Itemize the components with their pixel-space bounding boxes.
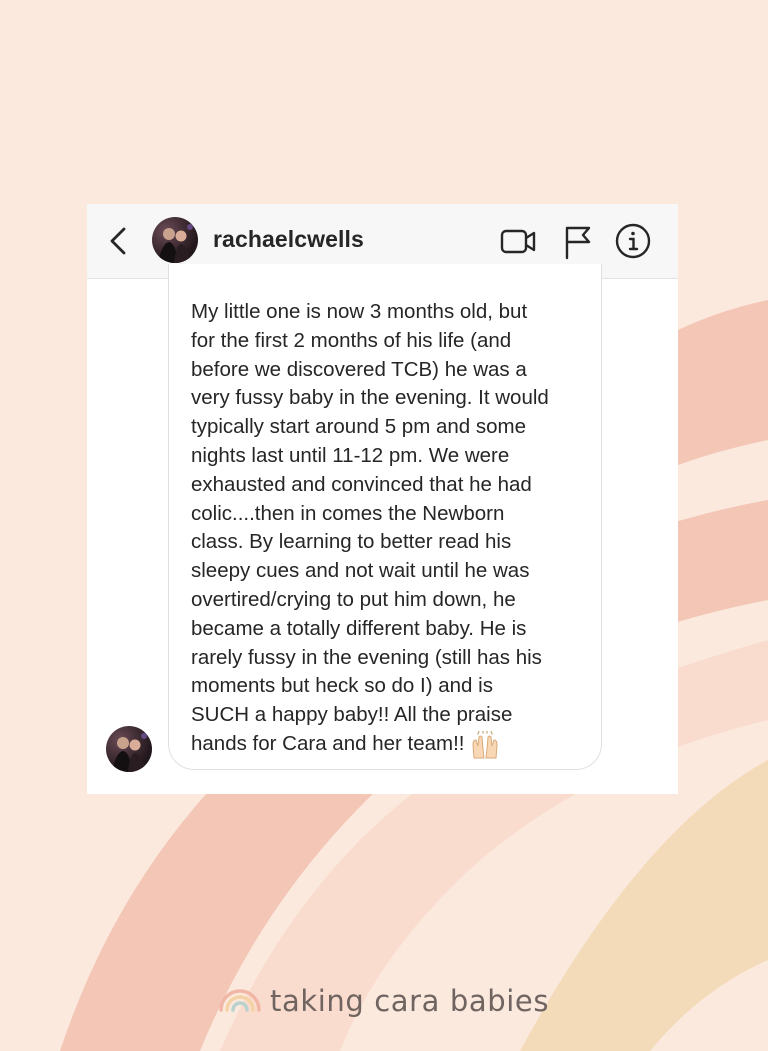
brand-logo: taking cara babies bbox=[218, 980, 558, 1020]
video-camera-icon[interactable] bbox=[499, 222, 537, 260]
profile-avatar[interactable] bbox=[152, 217, 198, 263]
avatar-photo-icon bbox=[112, 733, 147, 772]
sender-avatar[interactable] bbox=[106, 726, 152, 772]
info-icon[interactable] bbox=[614, 222, 652, 260]
back-chevron-icon[interactable] bbox=[107, 224, 129, 258]
brand-name: taking cara babies bbox=[270, 984, 550, 1018]
username[interactable]: rachaelcwells bbox=[213, 226, 364, 253]
message-body: My little one is now 3 months old, but f… bbox=[191, 300, 549, 755]
message-bubble: My little one is now 3 months old, but f… bbox=[168, 264, 602, 770]
rainbow-logo-icon bbox=[219, 989, 261, 1012]
raising-hands-emoji-icon bbox=[472, 730, 498, 759]
avatar-photo-icon bbox=[158, 224, 193, 263]
instagram-dm-card: rachaelcwells My little one is now 3 mon… bbox=[87, 204, 678, 794]
flag-icon[interactable] bbox=[559, 222, 597, 260]
rainbow-arc-pink-upper bbox=[678, 300, 768, 465]
message-text: My little one is now 3 months old, but f… bbox=[191, 298, 591, 759]
